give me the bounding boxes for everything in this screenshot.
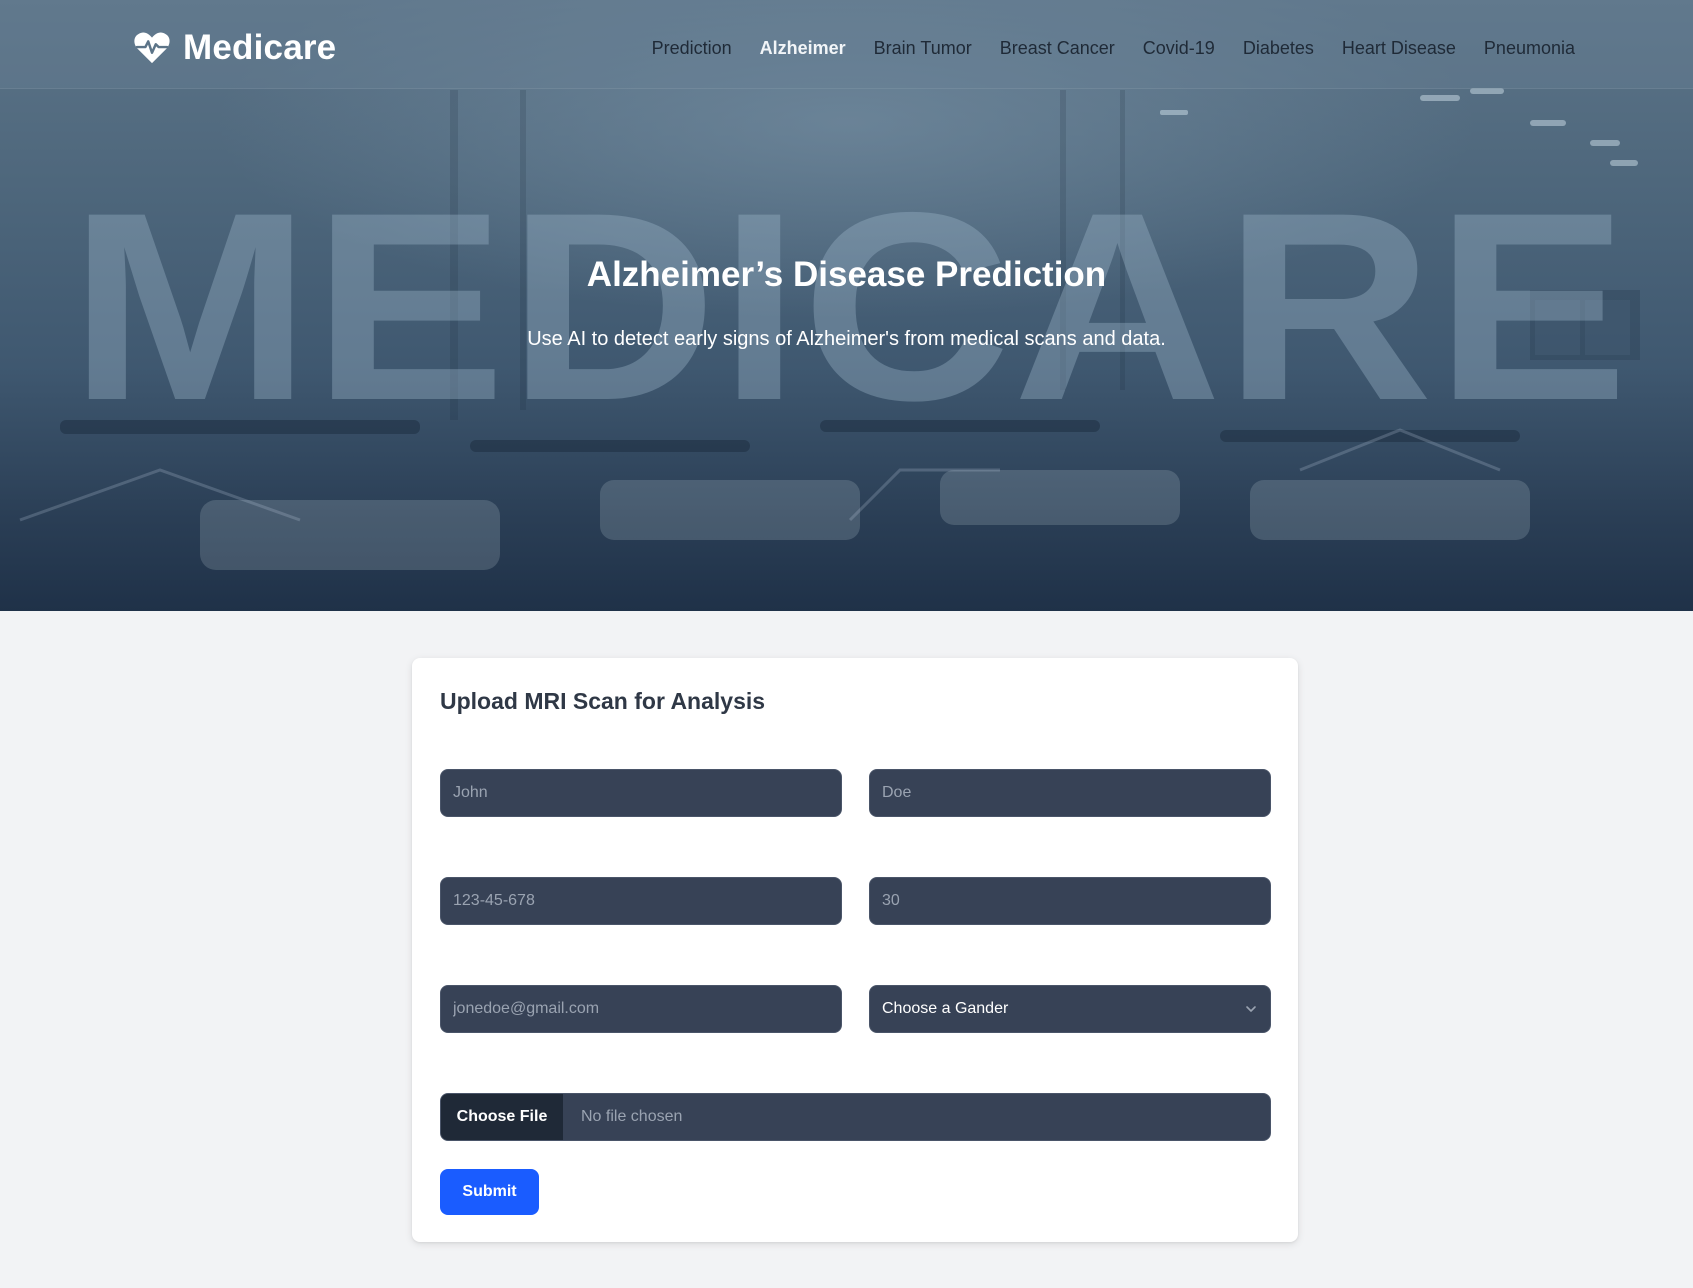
nav-link-heart-disease[interactable]: Heart Disease xyxy=(1342,38,1456,59)
nav-link-breast-cancer[interactable]: Breast Cancer xyxy=(1000,38,1115,59)
mri-file-input[interactable]: Choose File No file chosen xyxy=(440,1093,1271,1141)
nav-link-brain-tumor[interactable]: Brain Tumor xyxy=(874,38,972,59)
email-field[interactable] xyxy=(440,985,842,1033)
heart-pulse-icon xyxy=(134,32,170,64)
id-number-field[interactable] xyxy=(440,877,842,925)
submit-button[interactable]: Submit xyxy=(440,1169,539,1215)
age-field[interactable] xyxy=(869,877,1271,925)
gender-select-value: Choose a Gander xyxy=(882,1000,1009,1017)
page-title: Alzheimer’s Disease Prediction xyxy=(586,255,1107,294)
nav-link-prediction[interactable]: Prediction xyxy=(652,38,732,59)
brand-logo[interactable]: Medicare xyxy=(133,28,336,68)
page-subtitle: Use AI to detect early signs of Alzheime… xyxy=(527,328,1166,350)
top-navbar: Medicare Prediction Alzheimer Brain Tumo… xyxy=(0,0,1693,89)
nav-link-diabetes[interactable]: Diabetes xyxy=(1243,38,1314,59)
form-title: Upload MRI Scan for Analysis xyxy=(440,688,766,714)
last-name-field[interactable] xyxy=(869,769,1271,817)
first-name-field[interactable] xyxy=(440,769,842,817)
chevron-down-icon xyxy=(1246,1006,1256,1012)
hero-watermark: MEDICARE xyxy=(69,156,1631,456)
nav-link-alzheimer[interactable]: Alzheimer xyxy=(760,38,846,59)
gender-select[interactable]: Choose a Gander xyxy=(869,985,1271,1033)
hero-banner: MEDICARE Medicare Prediction Alzheimer B… xyxy=(0,0,1693,611)
choose-file-button[interactable]: Choose File xyxy=(441,1094,563,1140)
nav-links: Prediction Alzheimer Brain Tumor Breast … xyxy=(652,38,1575,59)
nav-link-pneumonia[interactable]: Pneumonia xyxy=(1484,38,1575,59)
upload-form-card: Upload MRI Scan for Analysis Choose a Ga… xyxy=(412,658,1298,1242)
nav-link-covid-19[interactable]: Covid-19 xyxy=(1143,38,1215,59)
file-status-text: No file chosen xyxy=(581,1108,683,1125)
brand-name: Medicare xyxy=(183,28,337,67)
